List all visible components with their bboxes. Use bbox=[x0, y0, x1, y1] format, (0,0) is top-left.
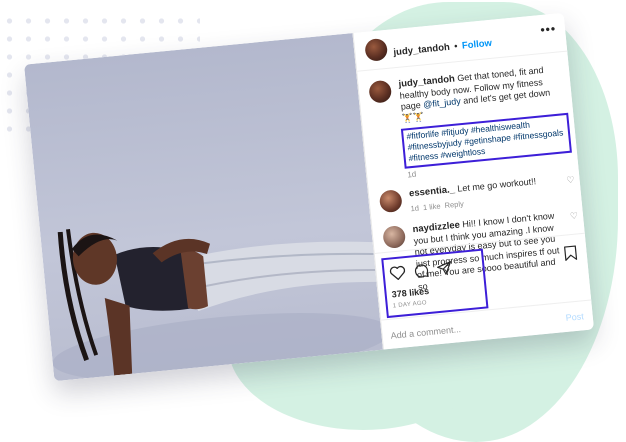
comment-time: 1d bbox=[410, 203, 420, 213]
comment-username[interactable]: essentia._ bbox=[409, 184, 456, 199]
more-options-icon[interactable]: ••• bbox=[540, 22, 557, 37]
post-comment-button[interactable]: Post bbox=[565, 311, 584, 323]
header-separator: • bbox=[453, 41, 459, 53]
reply-button[interactable]: Reply bbox=[444, 199, 464, 210]
heart-icon[interactable] bbox=[388, 264, 407, 282]
post-photo[interactable] bbox=[24, 33, 383, 382]
caption-mention-link[interactable]: @fit_judy bbox=[423, 96, 461, 110]
share-icon[interactable] bbox=[436, 260, 453, 277]
caption-emoji: 🏋🏋 bbox=[401, 111, 425, 124]
bookmark-icon[interactable] bbox=[563, 245, 578, 262]
comment-like-icon[interactable]: ♡ bbox=[566, 174, 575, 186]
header-username[interactable]: judy_tandoh bbox=[393, 42, 450, 58]
woman-plank-illustration bbox=[52, 229, 383, 382]
comment-icon[interactable] bbox=[412, 262, 430, 280]
posted-ago: 1 DAY AGO bbox=[392, 300, 428, 310]
comment-likes[interactable]: 1 like bbox=[423, 201, 441, 212]
caption-avatar[interactable] bbox=[368, 79, 393, 104]
likes-count[interactable]: 378 likes bbox=[391, 286, 429, 300]
comment-like-icon[interactable]: ♡ bbox=[569, 210, 578, 222]
comment-avatar[interactable] bbox=[382, 225, 407, 250]
comment-text-block: essentia._ Let me go workout!! 1d 1 like… bbox=[409, 174, 559, 214]
caption-timestamp: 1d bbox=[406, 169, 417, 180]
header-user-line: judy_tandoh • Follow bbox=[393, 33, 493, 60]
hashtags[interactable]: #fitforlife #fitjudy #healthiswealth #fi… bbox=[406, 120, 564, 164]
follow-button[interactable]: Follow bbox=[461, 38, 492, 52]
instagram-post-card: judy_tandoh • Follow ••• judy_tandoh Get… bbox=[24, 12, 594, 382]
comment-avatar[interactable] bbox=[378, 189, 403, 214]
post-side-panel: judy_tandoh • Follow ••• judy_tandoh Get… bbox=[352, 12, 594, 351]
user-avatar[interactable] bbox=[364, 37, 389, 62]
actions-highlight: 378 likes 1 DAY AGO bbox=[381, 248, 489, 319]
